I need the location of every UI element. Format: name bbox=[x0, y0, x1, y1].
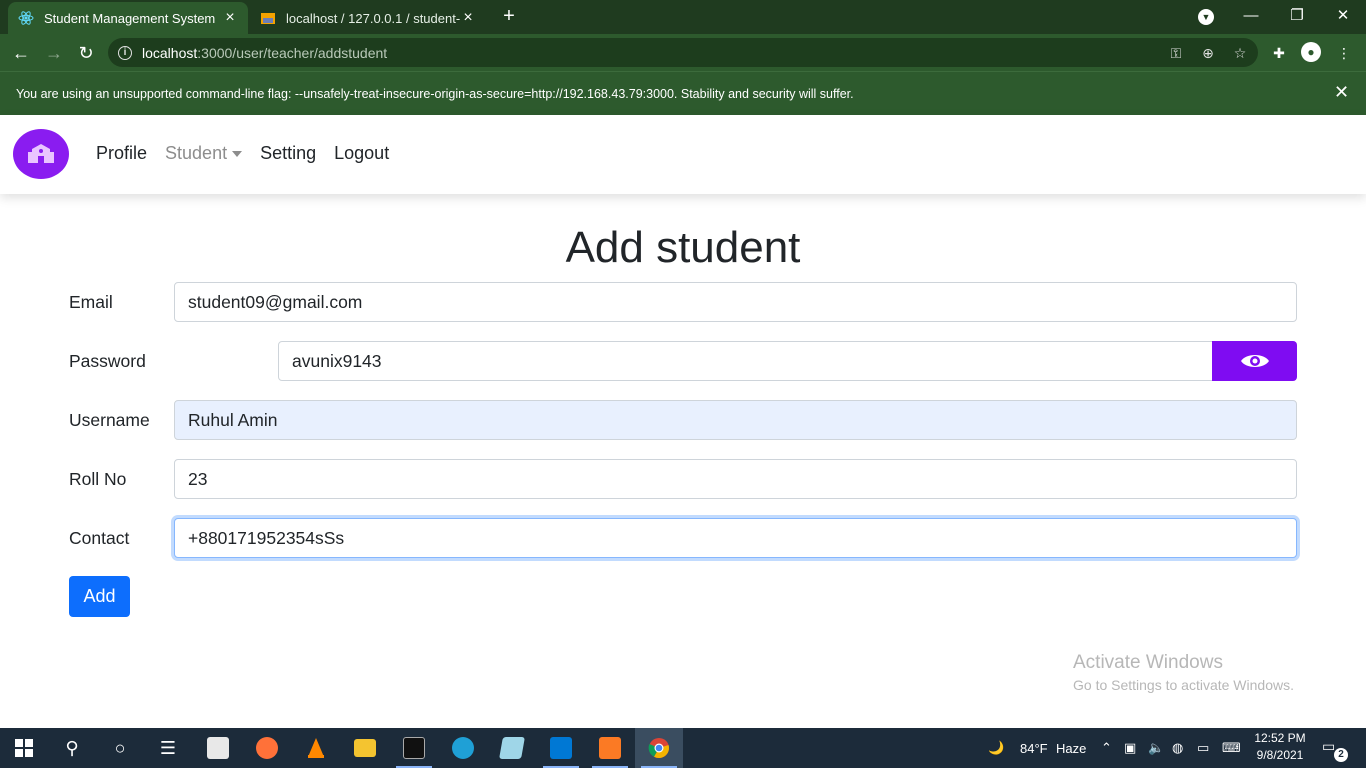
password-label: Password bbox=[69, 351, 146, 371]
file-explorer-icon[interactable] bbox=[341, 728, 389, 768]
email-row: Email student09@gmail.com bbox=[69, 282, 1297, 322]
add-button[interactable]: Add bbox=[69, 576, 130, 617]
address-bar[interactable]: i localhost:3000/user/teacher/addstudent bbox=[108, 38, 1258, 67]
key-icon[interactable]: ⚿ bbox=[1166, 43, 1186, 63]
contact-label: Contact bbox=[69, 528, 130, 548]
url-path: :3000/user/teacher/addstudent bbox=[197, 44, 388, 61]
nav-student-dropdown[interactable]: Student bbox=[165, 143, 243, 164]
new-tab-button[interactable]: + bbox=[498, 5, 520, 27]
nav-logout[interactable]: Logout bbox=[334, 143, 389, 164]
vscode-icon[interactable] bbox=[537, 728, 585, 768]
window-close-icon[interactable]: ✕ bbox=[1320, 0, 1366, 34]
browser-tab-strip: Student Management System × localhost / … bbox=[0, 0, 1366, 34]
page-title: Add student bbox=[565, 223, 801, 272]
vlc-icon[interactable] bbox=[292, 728, 340, 768]
windows-start-icon[interactable] bbox=[0, 728, 48, 768]
xampp-icon[interactable] bbox=[586, 728, 634, 768]
tab-title: Student Management System bbox=[44, 10, 216, 26]
tab-phpmyadmin[interactable]: localhost / 127.0.0.1 / student-ma × bbox=[250, 2, 486, 34]
reload-icon[interactable]: ↻ bbox=[73, 40, 99, 66]
password-row: Password avunix9143 bbox=[69, 341, 1297, 381]
firefox-icon[interactable] bbox=[243, 728, 291, 768]
site-info-icon[interactable]: i bbox=[118, 45, 132, 60]
weather-condition[interactable]: Haze bbox=[1056, 728, 1086, 768]
clock-time: 12:52 PM bbox=[1254, 731, 1306, 745]
notification-count: 2 bbox=[1334, 748, 1348, 762]
school-icon[interactable] bbox=[13, 129, 69, 179]
battery-icon[interactable]: ▣ bbox=[1124, 728, 1136, 768]
menu-icon[interactable]: ⋮ bbox=[1333, 42, 1355, 64]
password-field[interactable]: avunix9143 bbox=[278, 341, 1213, 381]
zoom-icon[interactable]: ⊕ bbox=[1198, 43, 1218, 63]
email-label: Email bbox=[69, 292, 113, 312]
username-label: Username bbox=[69, 410, 150, 430]
activation-watermark-title: Activate Windows bbox=[1073, 652, 1223, 673]
clock[interactable]: 12:52 PM 9/8/2021 bbox=[1252, 730, 1308, 764]
nav-student-label: Student bbox=[165, 143, 228, 163]
nav-profile[interactable]: Profile bbox=[96, 143, 147, 164]
app-icon[interactable] bbox=[488, 728, 536, 768]
weather-temp[interactable]: 84°F bbox=[1020, 728, 1048, 768]
forward-arrow-icon[interactable]: → bbox=[41, 40, 67, 66]
app-navbar: Profile Student Setting Logout bbox=[0, 115, 1366, 194]
profile-icon: ● bbox=[1301, 42, 1321, 62]
search-icon[interactable]: ⚲ bbox=[48, 728, 96, 768]
eye-icon bbox=[1240, 355, 1269, 367]
caret-down-icon bbox=[232, 150, 243, 157]
url-host: localhost bbox=[142, 44, 198, 61]
bookmark-star-icon[interactable]: ☆ bbox=[1230, 43, 1250, 63]
edge-icon[interactable] bbox=[439, 728, 487, 768]
terminal-icon[interactable] bbox=[390, 728, 438, 768]
language-icon[interactable]: ▭ bbox=[1197, 728, 1209, 768]
keyboard-icon[interactable]: ⌨ bbox=[1222, 728, 1241, 768]
react-icon bbox=[18, 10, 34, 26]
notification-center-icon[interactable]: ▭ 2 bbox=[1322, 738, 1348, 762]
roll-field[interactable]: 23 bbox=[174, 459, 1297, 499]
chrome-icon[interactable] bbox=[635, 728, 683, 768]
restore-icon[interactable]: ❐ bbox=[1274, 0, 1320, 34]
activation-watermark-subtitle: Go to Settings to activate Windows. bbox=[1073, 677, 1294, 693]
email-field[interactable]: student09@gmail.com bbox=[174, 282, 1297, 322]
nav-links: Profile Student Setting Logout bbox=[96, 143, 407, 164]
contact-row: Contact +880171952354sSs bbox=[69, 518, 1297, 558]
nav-setting[interactable]: Setting bbox=[260, 143, 316, 164]
browser-toolbar: ← → ↻ i localhost:3000/user/teacher/adds… bbox=[0, 34, 1366, 71]
chevron-up-icon[interactable]: ⌃ bbox=[1101, 728, 1112, 768]
roll-label: Roll No bbox=[69, 469, 127, 489]
volume-icon[interactable]: 🔈 bbox=[1148, 728, 1164, 768]
contact-field[interactable]: +880171952354sSs bbox=[174, 518, 1297, 558]
network-icon[interactable]: ◍ bbox=[1172, 728, 1183, 768]
phpmyadmin-icon bbox=[260, 10, 276, 26]
back-arrow-icon[interactable]: ← bbox=[8, 40, 34, 66]
store-icon[interactable] bbox=[194, 728, 242, 768]
windows-taskbar: ⚲ ○ ☰ 🌙 84°F Haze ⌃ ▣ 🔈 ◍ ▭ ⌨ 12:52 PM 9… bbox=[0, 728, 1366, 768]
tab-student-management[interactable]: Student Management System × bbox=[8, 2, 248, 34]
close-icon[interactable]: ✕ bbox=[1334, 82, 1349, 103]
clock-date: 9/8/2021 bbox=[1256, 748, 1304, 762]
tab-search-icon[interactable]: ▼ bbox=[1198, 9, 1214, 25]
warning-infobar: You are using an unsupported command-lin… bbox=[0, 71, 1366, 115]
username-field[interactable]: Ruhul Amin bbox=[174, 400, 1297, 440]
extensions-icon[interactable]: ✚ bbox=[1268, 42, 1290, 64]
close-icon[interactable]: × bbox=[222, 9, 238, 27]
toggle-password-button[interactable] bbox=[1212, 341, 1297, 381]
username-row: Username Ruhul Amin bbox=[69, 400, 1297, 440]
minimize-icon[interactable]: — bbox=[1228, 0, 1274, 34]
task-view-icon[interactable]: ☰ bbox=[144, 728, 192, 768]
close-icon[interactable]: × bbox=[460, 9, 476, 27]
weather-icon[interactable]: 🌙 bbox=[988, 728, 1004, 768]
infobar-message: You are using an unsupported command-lin… bbox=[16, 87, 854, 101]
cortana-icon[interactable]: ○ bbox=[96, 728, 144, 768]
roll-row: Roll No 23 bbox=[69, 459, 1297, 499]
profile-button[interactable]: ● bbox=[1301, 42, 1323, 64]
tab-title: localhost / 127.0.0.1 / student-ma bbox=[286, 10, 460, 26]
